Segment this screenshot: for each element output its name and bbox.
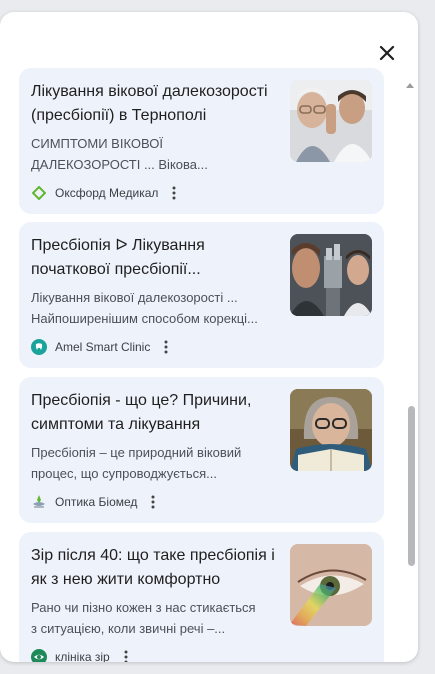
result-card[interactable]: Лікування вікової далекозорості (пресбіо…	[19, 68, 384, 214]
result-source[interactable]: Оптика Біомед	[31, 493, 161, 511]
source-name: Оксфорд Медикал	[55, 186, 159, 200]
result-snippet-line: СИМПТОМИ ВІКОВОЇ	[31, 136, 163, 151]
arrow-up-icon	[406, 83, 414, 88]
result-source[interactable]: Amel Smart Clinic	[31, 338, 174, 356]
result-snippet-line: ДАЛЕКОЗОРОСТІ ... Вікова...	[31, 157, 208, 172]
rainbow-eye-image	[290, 544, 372, 626]
result-thumbnail[interactable]	[290, 234, 372, 316]
more-options-button[interactable]	[166, 184, 182, 202]
result-title-line: Пресбіопія ᐅ Лікування	[31, 237, 205, 254]
more-vert-icon	[164, 340, 168, 354]
result-title-line: симптоми та лікування	[31, 416, 201, 433]
result-snippet: Рано чи пізно кожен з нас стикається з с…	[31, 597, 283, 639]
woman-reading-image	[290, 389, 372, 471]
more-vert-icon	[172, 186, 176, 200]
result-card[interactable]: Пресбіопія ᐅ Лікування початкової пресбі…	[19, 222, 384, 368]
result-snippet-line: Найпоширенішим способом корекці...	[31, 311, 258, 326]
result-card[interactable]: Зір після 40: що таке пресбіопія і як з …	[19, 532, 384, 662]
result-title-line: (пресбіопії) в Тернополі	[31, 107, 207, 124]
result-title-line: початкової пресбіопії...	[31, 261, 201, 278]
result-snippet-line: процес, що супроводжується...	[31, 466, 218, 481]
result-card[interactable]: Пресбіопія - що це? Причини, симптоми та…	[19, 377, 384, 523]
result-source[interactable]: Оксфорд Медикал	[31, 184, 182, 202]
more-options-button[interactable]	[158, 338, 174, 356]
close-button[interactable]	[372, 40, 402, 66]
result-title-line: Пресбіопія - що це? Причини,	[31, 392, 252, 409]
result-title[interactable]: Зір після 40: що таке пресбіопія і як з …	[31, 544, 283, 592]
result-title-line: Лікування вікової далекозорості	[31, 83, 268, 100]
result-title-line: Зір після 40: що таке пресбіопія і	[31, 547, 275, 564]
result-snippet: Лікування вікової далекозорості ... Найп…	[31, 287, 283, 329]
result-snippet-line: з ситуацією, коли звичні речі –...	[31, 621, 226, 636]
result-thumbnail[interactable]	[290, 544, 372, 626]
result-title-line: як з нею жити комфортно	[31, 571, 221, 588]
eye-logo-icon	[31, 649, 47, 662]
source-name: Оптика Біомед	[55, 495, 138, 509]
result-snippet: Пресбіопія – це природний віковий процес…	[31, 442, 283, 484]
slit-lamp-exam-image	[290, 234, 372, 316]
scroll-up-arrow[interactable]	[405, 76, 415, 88]
results-panel: Лікування вікової далекозорості (пресбіо…	[0, 12, 418, 662]
result-source[interactable]: клініка зір	[31, 648, 134, 662]
tooth-icon	[31, 339, 47, 355]
result-title[interactable]: Пресбіопія ᐅ Лікування початкової пресбі…	[31, 234, 283, 282]
source-name: клініка зір	[55, 650, 110, 662]
result-snippet-line: Пресбіопія – це природний віковий	[31, 445, 242, 460]
optics-icon	[31, 494, 47, 510]
more-options-button[interactable]	[118, 648, 134, 662]
result-thumbnail[interactable]	[290, 389, 372, 471]
close-icon	[379, 45, 395, 61]
result-snippet: СИМПТОМИ ВІКОВОЇ ДАЛЕКОЗОРОСТІ ... Віков…	[31, 133, 283, 175]
result-snippet-line: Рано чи пізно кожен з нас стикається	[31, 600, 256, 615]
result-thumbnail[interactable]	[290, 80, 372, 162]
result-title[interactable]: Лікування вікової далекозорості (пресбіо…	[31, 80, 283, 128]
scrollbar-thumb[interactable]	[408, 406, 415, 566]
result-snippet-line: Лікування вікової далекозорості ...	[31, 290, 238, 305]
result-title[interactable]: Пресбіопія - що це? Причини, симптоми та…	[31, 389, 283, 437]
source-name: Amel Smart Clinic	[55, 340, 151, 354]
more-vert-icon	[124, 650, 128, 662]
diamond-icon	[31, 185, 47, 201]
more-options-button[interactable]	[145, 493, 161, 511]
more-vert-icon	[151, 495, 155, 509]
eye-exam-image	[290, 80, 372, 162]
